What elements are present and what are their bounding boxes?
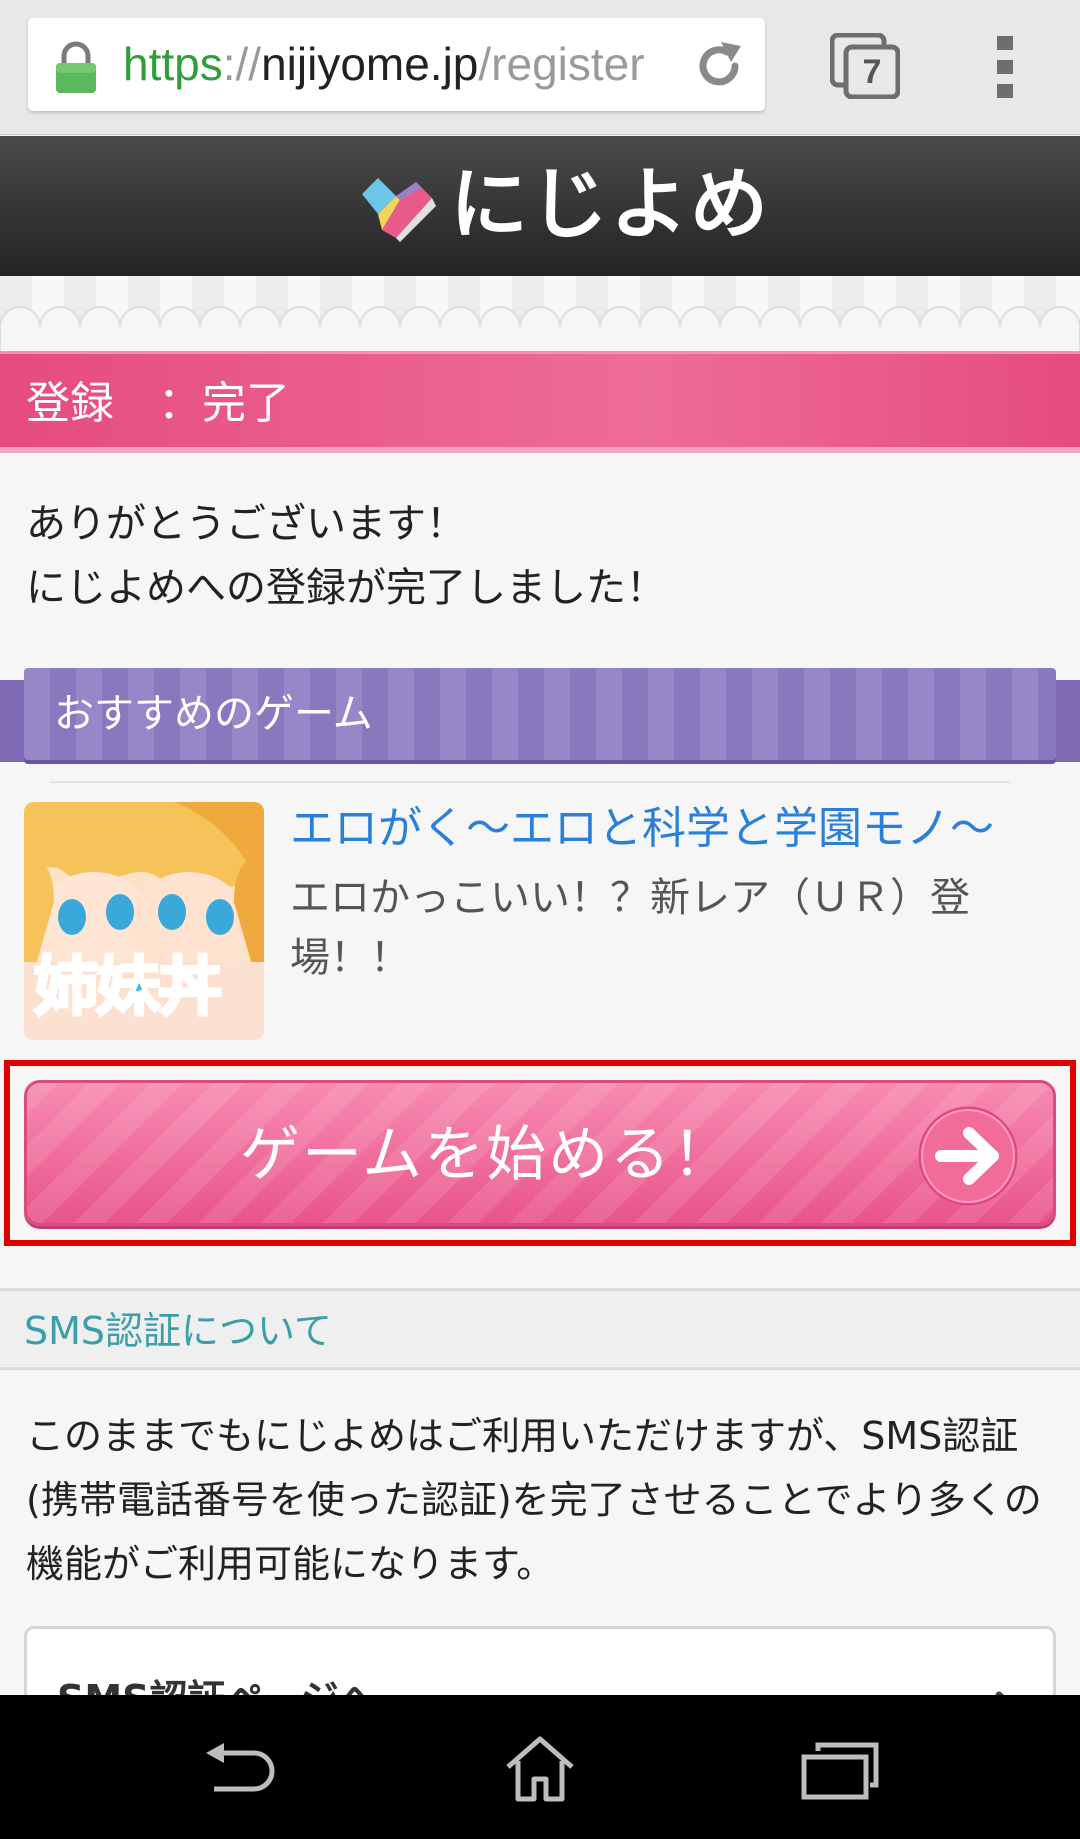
- game-title-link[interactable]: エロがく～エロと科学と学園モノ～: [290, 800, 994, 858]
- overflow-menu-icon[interactable]: [990, 34, 1020, 100]
- game-thumbnail-caption: 姉妹丼: [33, 950, 224, 1027]
- ribbon-label: おすすめのゲーム: [54, 691, 373, 737]
- ribbon-banner: おすすめのゲーム: [24, 668, 1056, 760]
- lock-icon: [56, 41, 96, 93]
- arrow-right-icon: [918, 1106, 1018, 1206]
- url-separator: ://: [222, 38, 262, 90]
- registration-complete-heading: 登録 ：完了: [0, 351, 1080, 453]
- thanks-line-1: ありがとうございます！: [26, 501, 466, 547]
- sms-description: このままでもにじよめはご利用いただけますが、SMS認証(携帯電話番号を使った認証…: [26, 1414, 1042, 1586]
- tab-count: 7: [862, 53, 882, 91]
- sms-heading-text: SMS認証について: [24, 1309, 332, 1353]
- url-text[interactable]: https://nijiyome.jp/register: [123, 36, 698, 92]
- start-game-label: ゲームを始める！: [239, 1120, 735, 1190]
- sms-section-heading: SMS認証について: [0, 1288, 1080, 1370]
- recent-apps-icon[interactable]: [800, 1741, 880, 1801]
- system-navigation-bar: [0, 1695, 1080, 1839]
- url-path: /register: [478, 38, 645, 90]
- recommended-games-ribbon: おすすめのゲーム: [0, 668, 1080, 780]
- scallop-edge: [0, 306, 1080, 352]
- address-bar[interactable]: https://nijiyome.jp/register: [28, 18, 765, 111]
- heart-logo-icon[interactable]: [356, 168, 438, 244]
- decorative-scallop-band: [0, 276, 1080, 352]
- game-thumbnail[interactable]: 姉妹丼: [24, 802, 264, 1040]
- site-logo-text[interactable]: にじよめ: [450, 160, 770, 250]
- browser-toolbar: https://nijiyome.jp/register 7: [0, 0, 1080, 135]
- game-description: エロかっこいい！？新レア（ＵＲ）登場！！: [290, 875, 970, 981]
- back-icon[interactable]: [200, 1741, 280, 1797]
- page-title: 登録 ：完了: [26, 378, 290, 429]
- thanks-message: ありがとうございます！ にじよめへの登録が完了しました！: [26, 492, 1056, 620]
- url-host: nijiyome.jp: [261, 38, 479, 90]
- url-scheme: https: [123, 38, 223, 90]
- divider: [50, 781, 1010, 783]
- home-icon[interactable]: [500, 1733, 580, 1803]
- site-header: にじよめ: [0, 136, 1080, 276]
- thanks-line-2: にじよめへの登録が完了しました！: [26, 565, 666, 611]
- start-game-button[interactable]: ゲームを始める！: [24, 1080, 1056, 1226]
- reload-icon[interactable]: [691, 38, 747, 94]
